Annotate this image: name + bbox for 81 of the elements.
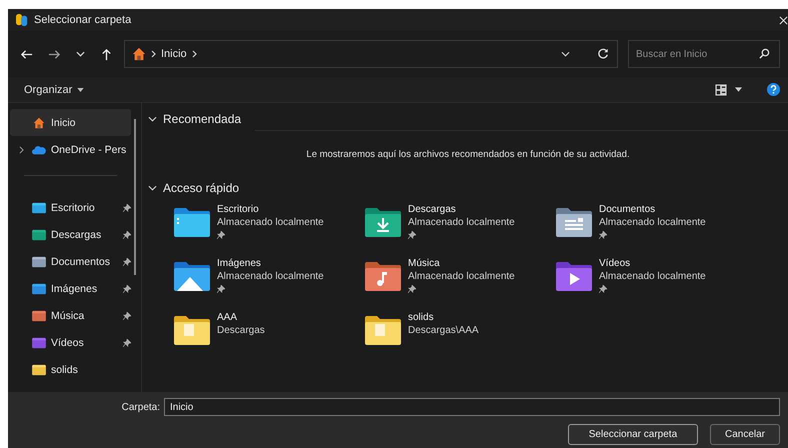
folder-icon: [32, 228, 46, 240]
window-title: Seleccionar carpeta: [34, 14, 132, 26]
empty-message: Le mostraremos aquí los archivos recomendados en función de su actividad.: [305, 148, 631, 162]
forward-arrow-icon[interactable]: [48, 48, 61, 60]
chevron-right-icon[interactable]: [18, 146, 24, 154]
refresh-icon[interactable]: [597, 48, 609, 60]
select-folder-button[interactable]: Seleccionar carpeta: [568, 424, 698, 445]
organize-button[interactable]: Organizar: [24, 82, 84, 98]
sidebar-item[interactable]: solids: [10, 356, 131, 383]
chevron-right-icon[interactable]: [192, 50, 197, 58]
section-header[interactable]: Recomendada: [148, 107, 788, 131]
folder-name: Escritorio: [217, 203, 259, 216]
folder-tile[interactable]: AAA Descargas: [174, 311, 365, 353]
chevron-icon: [148, 185, 157, 191]
home-icon: [132, 47, 146, 61]
sidebar-item[interactable]: Vídeos: [10, 329, 131, 356]
sidebar-item[interactable]: Documentos: [10, 248, 131, 275]
folder-icon: [365, 207, 401, 237]
folder-tile[interactable]: Descargas Almacenado localmente: [365, 203, 556, 245]
folder-tile[interactable]: Música Almacenado localmente: [365, 257, 556, 299]
folder-icon: [174, 261, 210, 291]
view-options-icon[interactable]: [715, 84, 727, 96]
chevron-down-icon[interactable]: [561, 51, 570, 57]
folder-tile[interactable]: Imágenes Almacenado localmente: [174, 257, 365, 299]
folder-name: Documentos: [599, 203, 656, 216]
chevron-right-icon: [151, 50, 156, 58]
folder-icon: [32, 282, 46, 294]
folder-icon: [174, 207, 210, 237]
sidebar-item[interactable]: Imágenes: [10, 275, 131, 302]
folder-label: Carpeta:: [122, 402, 160, 412]
folder-location: Almacenado localmente: [217, 216, 324, 229]
folder-icon: [556, 261, 592, 291]
address-bar[interactable]: Inicio: [124, 40, 618, 68]
dropdown-arrow-icon: [77, 88, 84, 92]
home-icon: [32, 116, 46, 128]
chevron-icon: [148, 116, 157, 122]
folder-tile[interactable]: Documentos Almacenado localmente: [556, 203, 756, 245]
folder-tile[interactable]: solids Descargas\AAA: [365, 311, 556, 353]
sidebar-item[interactable]: Escritorio: [10, 194, 131, 221]
folder-name: Vídeos: [599, 257, 630, 270]
breadcrumb[interactable]: Inicio: [161, 48, 187, 60]
folder-tile[interactable]: Vídeos Almacenado localmente: [556, 257, 756, 299]
folder-icon: [365, 261, 401, 291]
folder-icon: [32, 336, 46, 348]
folder-input[interactable]: Inicio: [164, 398, 780, 416]
help-icon[interactable]: [767, 83, 780, 96]
folder-name: solids: [408, 311, 434, 324]
search-icon: [759, 48, 770, 59]
folder-tile[interactable]: Escritorio Almacenado localmente: [174, 203, 365, 245]
search-field[interactable]: Buscar en Inicio: [628, 40, 780, 68]
cloud-icon: [32, 144, 46, 156]
folder-name: Imágenes: [217, 257, 261, 270]
folder-location: Almacenado localmente: [599, 216, 706, 229]
folder-icon: [365, 315, 401, 345]
close-icon[interactable]: [779, 16, 788, 24]
folder-location: Almacenado localmente: [408, 270, 515, 283]
folder-name: Música: [408, 257, 440, 270]
folder-location: Descargas: [217, 324, 265, 337]
folder-name: AAA: [217, 311, 238, 324]
folder-location: Almacenado localmente: [217, 270, 324, 283]
dropdown-arrow-icon[interactable]: [735, 87, 742, 92]
cancel-button[interactable]: Cancelar: [710, 424, 780, 445]
sidebar-item[interactable]: Inicio: [10, 109, 131, 136]
folder-icon: [174, 315, 210, 345]
folder-icon: [32, 256, 46, 268]
folder-name: Descargas: [408, 203, 456, 216]
folder-icon: [32, 364, 46, 376]
folder-location: Almacenado localmente: [599, 270, 706, 283]
up-arrow-icon[interactable]: [100, 48, 113, 60]
folder-location: Descargas\AAA: [408, 324, 479, 337]
sidebar-item[interactable]: Descargas: [10, 221, 131, 248]
sidebar-item[interactable]: OneDrive - Pers: [10, 136, 131, 163]
app-icon: [16, 13, 28, 27]
back-arrow-icon[interactable]: [20, 48, 33, 60]
section-header[interactable]: Acceso rápido: [148, 176, 788, 200]
folder-icon: [32, 202, 46, 214]
chevron-down-icon[interactable]: [76, 51, 85, 57]
folder-icon: [556, 207, 592, 237]
folder-location: Almacenado localmente: [408, 216, 515, 229]
folder-icon: [32, 310, 46, 322]
sidebar-item[interactable]: Música: [10, 302, 131, 329]
